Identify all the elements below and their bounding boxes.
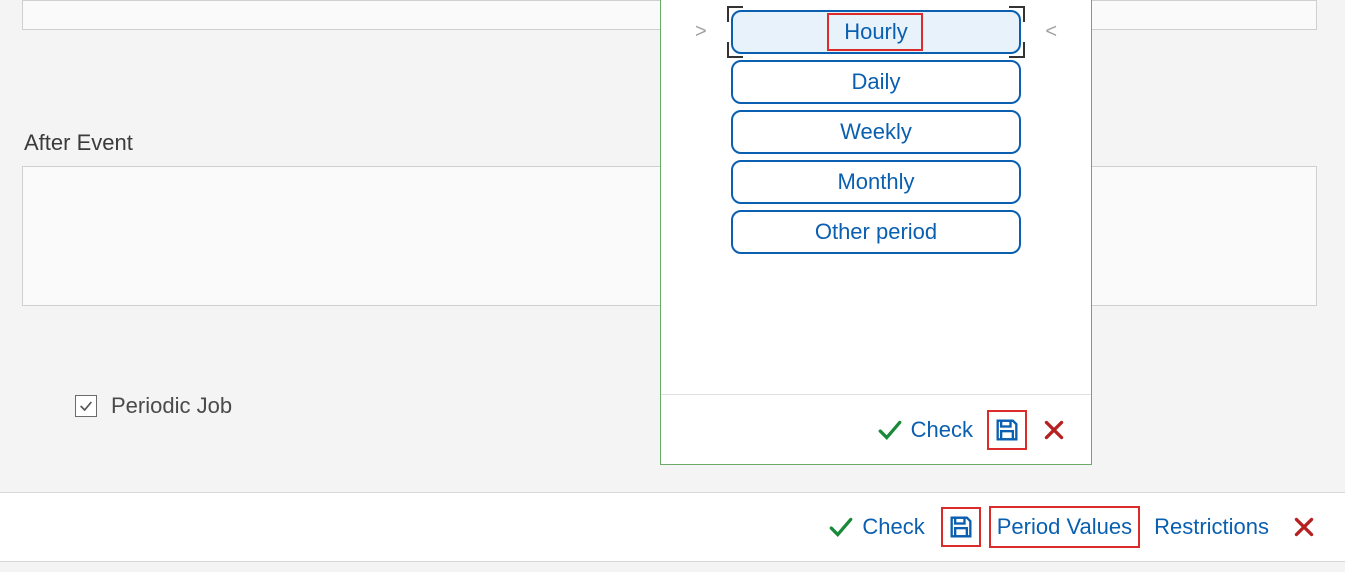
option-label: Weekly (840, 119, 912, 145)
option-row-other: Other period (661, 210, 1091, 254)
popup-close-button[interactable] (1041, 417, 1067, 443)
option-monthly[interactable]: Monthly (731, 160, 1021, 204)
option-weekly[interactable]: Weekly (731, 110, 1021, 154)
toolbar-close-button[interactable] (1291, 514, 1317, 540)
checkmark-icon (78, 398, 94, 414)
option-label: Daily (852, 69, 901, 95)
checkmark-icon (828, 514, 854, 540)
toolbar-check-button[interactable]: Check (828, 514, 924, 540)
period-values-label: Period Values (997, 514, 1132, 540)
after-event-label: After Event (24, 130, 133, 156)
option-row-weekly: Weekly (661, 110, 1091, 154)
selection-marker-left: > (695, 21, 707, 44)
close-icon (1041, 417, 1067, 443)
option-row-hourly: > Hourly < (661, 10, 1091, 54)
save-icon (993, 416, 1021, 444)
periodic-job-checkbox[interactable] (75, 395, 97, 417)
restrictions-label: Restrictions (1154, 514, 1269, 540)
check-label: Check (862, 514, 924, 540)
checkmark-icon (877, 417, 903, 443)
toolbar-save-button[interactable] (947, 513, 975, 541)
option-row-monthly: Monthly (661, 160, 1091, 204)
option-hourly[interactable]: Hourly (731, 10, 1021, 54)
option-label: Hourly (844, 19, 908, 45)
check-label: Check (911, 417, 973, 443)
popup-check-button[interactable]: Check (877, 417, 973, 443)
selection-marker-right: < (1045, 21, 1057, 44)
save-icon (947, 513, 975, 541)
periodic-job-row: Periodic Job (75, 393, 232, 419)
period-options-group: > Hourly < Daily Weekly (661, 0, 1091, 395)
bottom-toolbar: Check Period Values Restrictions (0, 492, 1345, 562)
option-label: Other period (815, 219, 937, 245)
popup-save-button[interactable] (993, 416, 1021, 444)
close-icon (1291, 514, 1317, 540)
periodic-job-label: Periodic Job (111, 393, 232, 419)
period-values-popup: > Hourly < Daily Weekly (660, 0, 1092, 465)
option-row-daily: Daily (661, 60, 1091, 104)
option-label: Monthly (837, 169, 914, 195)
toolbar-restrictions-button[interactable]: Restrictions (1154, 514, 1269, 540)
toolbar-period-values-button[interactable]: Period Values (997, 514, 1132, 540)
option-daily[interactable]: Daily (731, 60, 1021, 104)
popup-footer: Check (661, 394, 1091, 464)
option-other-period[interactable]: Other period (731, 210, 1021, 254)
